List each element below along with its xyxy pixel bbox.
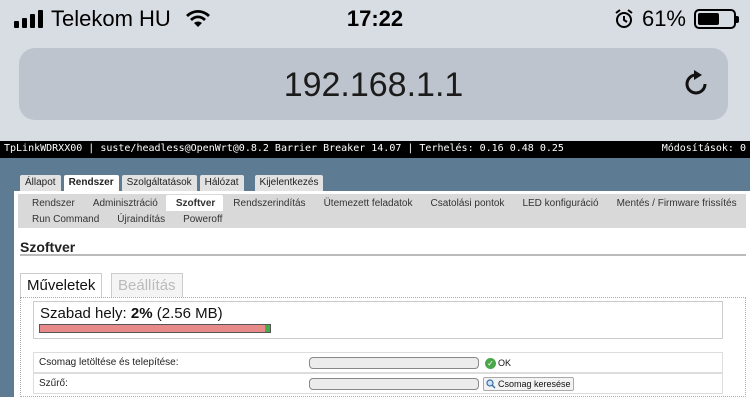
free-space-fill [265,325,270,332]
submenu-poweroff[interactable]: Poweroff [173,211,230,227]
free-space-text: Szabad hely: 2% (2.56 MB) [40,305,223,322]
title-divider [20,254,746,256]
submenu-reboot[interactable]: Újraindítás [107,211,173,227]
ios-status-bar: Telekom HU 17:22 61% [0,0,750,40]
menu-logout[interactable]: Kijelentkezés [254,175,324,191]
filter-label: Szűrő: [39,378,68,389]
router-info-bar: TpLinkWDRXX00 | suste/headless@OpenWrt@0… [0,141,750,158]
page-title: Szoftver [20,239,76,255]
install-row: Csomag letöltése és telepítése: ✓ OK [33,352,723,373]
check-icon: ✓ [485,357,496,369]
submenu-system[interactable]: Rendszer [22,195,83,211]
submenu-software[interactable]: Szoftver [165,195,224,211]
submenu: Rendszer Adminisztráció Szoftver Rendsze… [18,194,746,228]
free-space-percent: 2% [130,305,153,322]
router-info: TpLinkWDRXX00 | suste/headless@OpenWrt@0… [4,143,564,154]
address-bar[interactable]: 192.168.1.1 [19,48,728,120]
free-space-box: Szabad hely: 2% (2.56 MB) [33,301,723,339]
battery-percent: 61% [641,6,686,31]
luci-page: TpLinkWDRXX00 | suste/headless@OpenWrt@0… [0,141,750,397]
tab-settings[interactable]: Beállítás [111,273,183,297]
submenu-scheduled-tasks[interactable]: Ütemezett feladatok [314,195,421,211]
submenu-run-command[interactable]: Run Command [22,211,107,227]
changes-link[interactable]: Módosítások: 0 [662,143,746,154]
filter-input[interactable] [309,378,479,390]
content-area: Rendszer Adminisztráció Szoftver Rendsze… [14,191,750,397]
free-space-label: Szabad hely: [40,305,127,322]
find-package-button[interactable]: Csomag keresése [483,377,574,391]
actions-panel: Szabad hely: 2% (2.56 MB) Csomag letölté… [20,297,746,397]
submenu-administration[interactable]: Adminisztráció [83,195,166,211]
menu-services[interactable]: Szolgáltatások [121,175,197,191]
install-label: Csomag letöltése és telepítése: [39,357,179,368]
tab-actions[interactable]: Műveletek [20,273,103,297]
reload-icon[interactable] [680,68,712,100]
free-space-bar [39,324,271,333]
install-package-input[interactable] [309,357,479,369]
submenu-led-config[interactable]: LED konfiguráció [512,195,606,211]
submenu-startup[interactable]: Rendszerindítás [223,195,313,211]
search-icon [486,379,496,389]
install-ok-label: OK [498,358,512,368]
submenu-mount-points[interactable]: Csatolási pontok [421,195,513,211]
submenu-backup-firmware[interactable]: Mentés / Firmware frissítés [607,195,745,211]
install-ok-button[interactable]: ✓ OK [483,356,513,370]
battery-icon [694,9,739,29]
free-space-size: (2.56 MB) [156,305,223,322]
find-package-label: Csomag keresése [498,379,571,389]
url-text[interactable]: 192.168.1.1 [19,66,728,105]
filter-row: Szűrő: Csomag keresése [33,373,723,394]
alarm-icon [615,9,633,28]
main-menu: Állapot Rendszer Szolgáltatások Hálózat … [20,175,324,191]
menu-network[interactable]: Hálózat [199,175,244,191]
menu-system[interactable]: Rendszer [63,175,119,191]
menu-status[interactable]: Állapot [20,175,61,191]
